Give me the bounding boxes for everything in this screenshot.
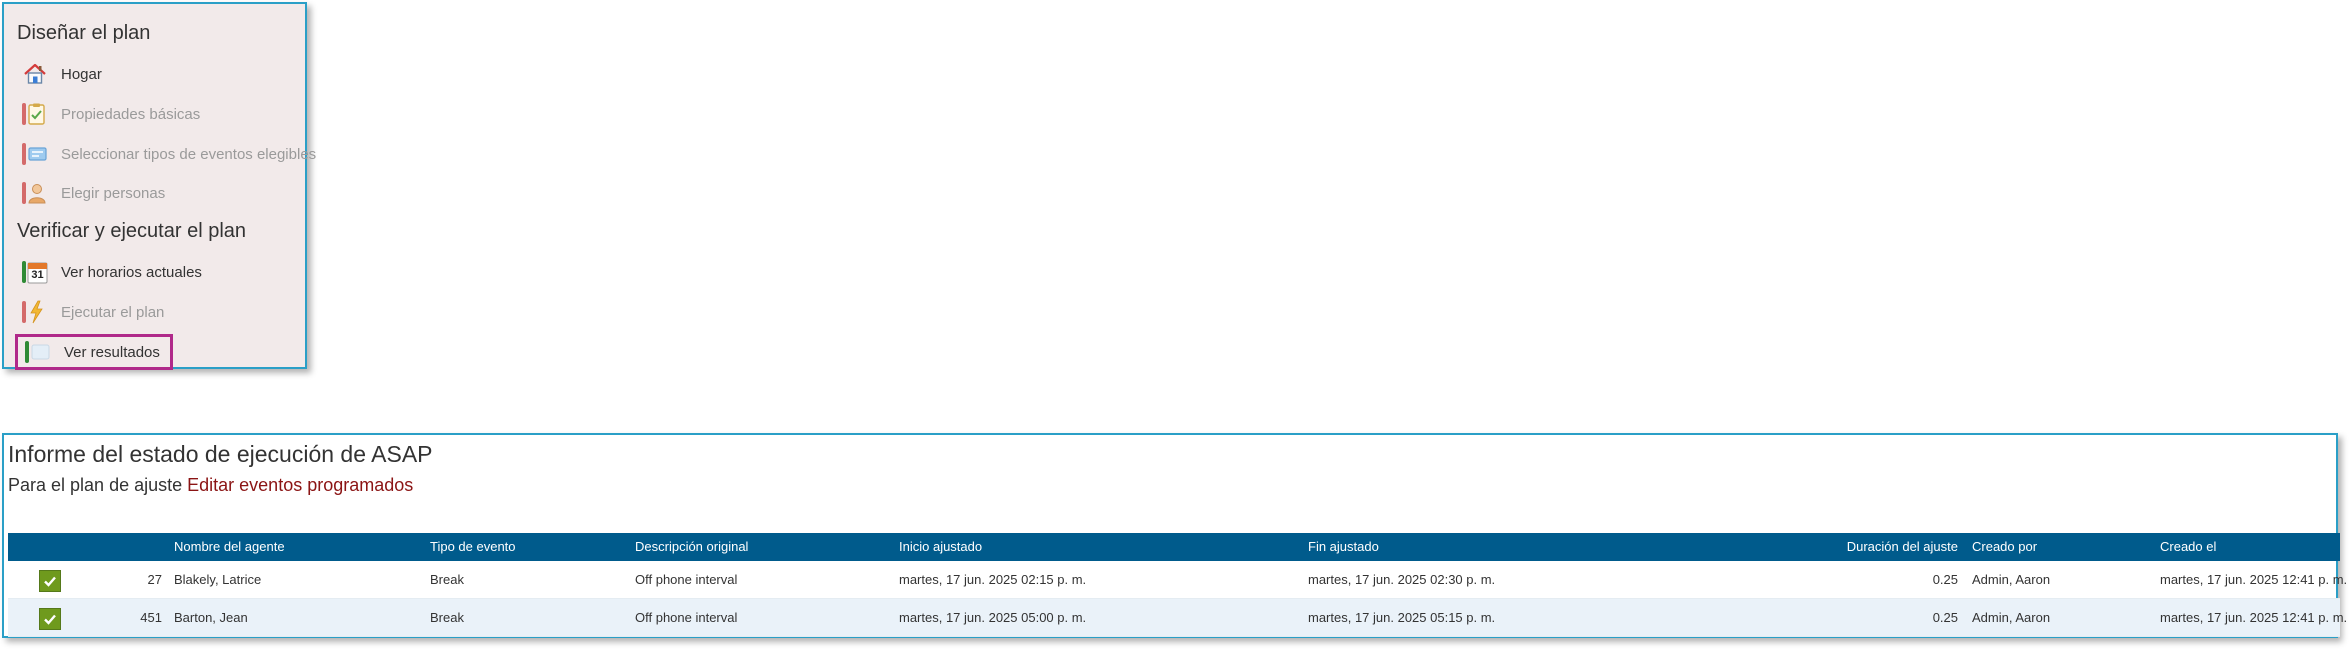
row-check-icon[interactable] <box>39 570 61 592</box>
menu-item-home[interactable]: Hogar <box>22 59 102 89</box>
verify-execute-heading: Verificar y ejecutar el plan <box>17 220 247 242</box>
row-id: 451 <box>140 610 162 625</box>
column-header-adjusted-end[interactable]: Fin ajustado <box>1308 533 1379 561</box>
menu-item-execute-plan[interactable]: Ejecutar el plan <box>22 297 164 327</box>
menu-item-label: Elegir personas <box>61 184 166 202</box>
column-header-adjustment-duration[interactable]: Duración del ajuste <box>1788 533 1958 561</box>
row-id: 27 <box>147 572 162 587</box>
row-adjusted-end: martes, 17 jun. 2025 02:30 p. m. <box>1308 572 1496 587</box>
row-event-type: Break <box>430 572 464 587</box>
menu-item-eligible-event-types[interactable]: Seleccionar tipos de eventos elegibles <box>22 139 316 169</box>
column-header-adjusted-start[interactable]: Inicio ajustado <box>899 533 982 561</box>
column-header-event-type[interactable]: Tipo de evento <box>430 533 516 561</box>
table-row[interactable]: 27 Blakely, Latrice Break Off phone inte… <box>8 561 2347 599</box>
person-icon <box>22 180 48 206</box>
table-row[interactable]: 451 Barton, Jean Break Off phone interva… <box>8 599 2347 637</box>
subtitle-prefix: Para el plan de ajuste <box>8 475 183 495</box>
row-agent-name: Barton, Jean <box>174 610 248 625</box>
row-check-icon[interactable] <box>39 608 61 630</box>
column-header-created-by[interactable]: Creado por <box>1972 533 2037 561</box>
design-plan-heading: Diseñar el plan <box>17 22 151 44</box>
column-header-created-on[interactable]: Creado el <box>2160 533 2216 561</box>
row-adjusted-start: martes, 17 jun. 2025 05:00 p. m. <box>899 610 1087 625</box>
plan-navigation-panel: Diseñar el plan Hogar Propiedades básica… <box>2 2 316 370</box>
menu-item-label: Hogar <box>61 65 102 83</box>
menu-item-label: Seleccionar tipos de eventos elegibles <box>61 145 317 163</box>
row-adjusted-start: martes, 17 jun. 2025 02:15 p. m. <box>899 572 1087 587</box>
table-header: Nombre del agente Tipo de evento Descrip… <box>8 533 2340 561</box>
execution-status-report: Informe del estado de ejecución de ASAP … <box>2 433 2347 638</box>
calendar-icon: 31 <box>22 259 48 285</box>
report-subtitle: Para el plan de ajuste Editar eventos pr… <box>8 475 413 496</box>
row-adjustment-duration: 0.25 <box>1932 572 1958 587</box>
clipboard-check-icon <box>22 101 48 127</box>
column-header-original-description[interactable]: Descripción original <box>635 533 748 561</box>
row-agent-name: Blakely, Latrice <box>174 572 262 587</box>
results-icon <box>25 339 51 365</box>
results-table: Nombre del agente Tipo de evento Descrip… <box>8 533 2347 637</box>
row-original-description: Off phone interval <box>635 610 738 625</box>
report-title: Informe del estado de ejecución de ASAP <box>8 441 433 467</box>
menu-item-choose-people[interactable]: Elegir personas <box>22 178 165 208</box>
row-created-on: martes, 17 jun. 2025 12:41 p. m. <box>2160 572 2348 587</box>
row-adjusted-end: martes, 17 jun. 2025 05:15 p. m. <box>1308 610 1496 625</box>
row-created-by: Admin, Aaron <box>1972 572 2051 587</box>
menu-item-label: Ver horarios actuales <box>61 263 202 281</box>
menu-item-label: Ejecutar el plan <box>61 303 165 321</box>
row-original-description: Off phone interval <box>635 572 738 587</box>
lightning-icon <box>22 299 48 325</box>
menu-item-view-current-schedules[interactable]: 31 Ver horarios actuales <box>22 257 202 287</box>
menu-item-label: Propiedades básicas <box>61 105 201 123</box>
column-header-agent-name[interactable]: Nombre del agente <box>174 533 285 561</box>
row-adjustment-duration: 0.25 <box>1932 610 1958 625</box>
event-types-icon <box>22 141 48 167</box>
menu-item-view-results[interactable]: Ver resultados <box>15 334 173 370</box>
calendar-day: 31 <box>31 269 44 281</box>
menu-item-basic-properties[interactable]: Propiedades básicas <box>22 99 200 129</box>
menu-item-label: Ver resultados <box>64 343 160 361</box>
edit-scheduled-events-link[interactable]: Editar eventos programados <box>187 475 413 495</box>
row-event-type: Break <box>430 610 464 625</box>
home-icon <box>22 61 48 87</box>
row-created-by: Admin, Aaron <box>1972 610 2051 625</box>
row-created-on: martes, 17 jun. 2025 12:41 p. m. <box>2160 610 2348 625</box>
